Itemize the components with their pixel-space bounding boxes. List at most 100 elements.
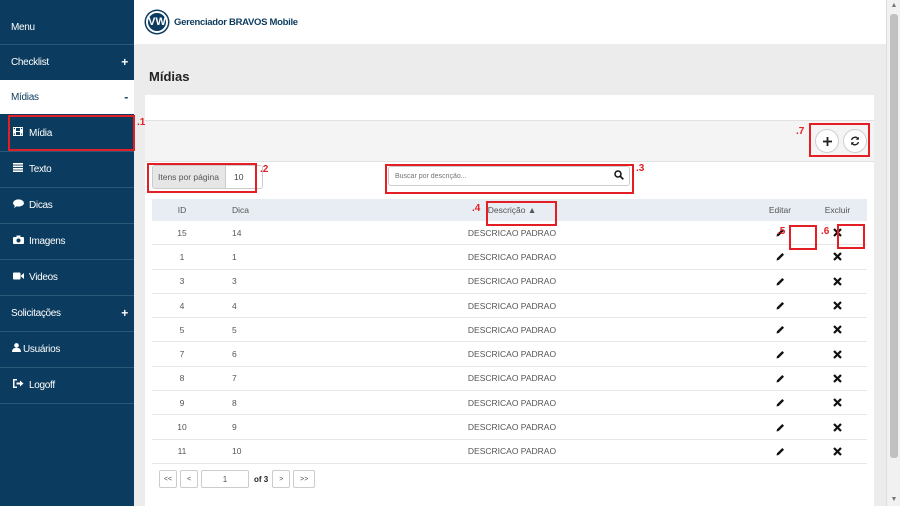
delete-icon[interactable] (830, 419, 846, 435)
items-per-page: Itens por página 10 (152, 165, 263, 189)
film-icon (11, 127, 25, 139)
sidebar-item-midia[interactable]: Mídia (0, 116, 134, 150)
edit-icon[interactable] (772, 249, 788, 265)
cell-id: 15 (177, 227, 187, 238)
sidebar-item-videos[interactable]: Videos (0, 260, 134, 294)
table-row: 11 10 DESCRICAO PADRAO (152, 440, 867, 464)
cell-descricao: DESCRICAO PADRAO (467, 276, 557, 287)
edit-icon[interactable] (772, 322, 788, 338)
edit-icon[interactable] (772, 298, 788, 314)
cell-id: 4 (179, 300, 185, 311)
cell-dica: 10 (232, 446, 242, 457)
scroll-up-icon[interactable]: ▲ (887, 0, 900, 12)
app-window: Menu Checklist + Mídias - Mídia Texto Di… (0, 0, 900, 506)
delete-icon[interactable] (830, 443, 846, 459)
table-row: 7 6 DESCRICAO PADRAO (152, 342, 867, 367)
sidebar-item-label: Mídia (29, 127, 52, 139)
page-title: Mídias (149, 69, 190, 84)
sidebar-item-imagens[interactable]: Imagens (0, 224, 134, 258)
table-row: 4 4 DESCRICAO PADRAO (152, 294, 867, 319)
logout-icon (11, 379, 25, 391)
sidebar-item-label: Dicas (29, 199, 53, 211)
page-scrollbar[interactable]: ▲ ▼ (886, 0, 900, 506)
app-title: Gerenciador BRAVOS Mobile (174, 16, 298, 28)
sidebar-item-label: Mídias (11, 91, 39, 103)
table-row: 10 9 DESCRICAO PADRAO (152, 415, 867, 440)
table-body: 15 14 DESCRICAO PADRAO 1 1 DESCRICAO PADRAO 3 3… (152, 221, 867, 464)
annotation-label-3: .3 (636, 163, 645, 174)
sidebar-item-label: Imagens (29, 235, 66, 247)
cell-id: 5 (179, 324, 185, 335)
cell-id: 9 (179, 397, 185, 408)
edit-icon[interactable] (772, 346, 788, 362)
cell-dica: 4 (232, 300, 237, 311)
add-button[interactable] (815, 129, 839, 153)
delete-icon[interactable] (830, 225, 846, 241)
cell-descricao: DESCRICAO PADRAO (467, 373, 557, 384)
annotation-label-7: .7 (796, 126, 805, 137)
video-icon (11, 272, 25, 283)
column-dica[interactable]: Dica (212, 205, 272, 215)
search-icon[interactable] (614, 170, 624, 182)
cell-descricao: DESCRICAO PADRAO (467, 422, 557, 433)
delete-icon[interactable] (830, 298, 846, 314)
expand-icon: + (121, 55, 128, 69)
pagination: << < 1 of 3 > >> (159, 470, 318, 488)
table-row: 8 7 DESCRICAO PADRAO (152, 367, 867, 392)
cell-id: 8 (179, 373, 185, 384)
refresh-button[interactable] (843, 129, 867, 153)
media-table: ID Dica Descrição ▲ Editar Excluir 15 14 D… (152, 199, 867, 464)
delete-icon[interactable] (830, 395, 846, 411)
next-page-button[interactable]: > (272, 470, 291, 488)
sidebar-item-solicitacoes[interactable]: Solicitações + (0, 296, 134, 330)
annotation-label-1: .1 (137, 117, 146, 128)
delete-icon[interactable] (830, 273, 846, 289)
delete-icon[interactable] (830, 322, 846, 338)
search-input[interactable] (395, 172, 605, 180)
delete-icon[interactable] (830, 370, 846, 386)
sidebar-item-label: Texto (29, 163, 52, 175)
expand-icon: + (121, 306, 128, 320)
edit-icon[interactable] (772, 370, 788, 386)
delete-icon[interactable] (830, 346, 846, 362)
delete-icon[interactable] (830, 249, 846, 265)
items-per-page-input[interactable]: 10 (226, 166, 262, 188)
cell-descricao: DESCRICAO PADRAO (467, 324, 557, 335)
column-editar: Editar (768, 205, 792, 215)
edit-icon[interactable] (772, 395, 788, 411)
annotation-label-2: .2 (260, 164, 269, 175)
column-descricao[interactable]: Descrição ▲ (272, 205, 752, 215)
scroll-down-icon[interactable]: ▼ (887, 494, 900, 506)
sidebar-item-logoff[interactable]: Logoff (0, 368, 134, 402)
table-row: 3 3 DESCRICAO PADRAO (152, 270, 867, 294)
column-excluir: Excluir (824, 205, 851, 215)
cell-dica: 5 (232, 324, 237, 335)
edit-icon[interactable] (772, 273, 788, 289)
annotation-label-6: .6 (821, 226, 830, 237)
scroll-thumb[interactable] (890, 14, 898, 458)
cell-dica: 9 (232, 422, 237, 433)
sidebar-header-menu[interactable]: Menu (0, 10, 134, 44)
edit-icon[interactable] (772, 443, 788, 459)
cell-descricao: DESCRICAO PADRAO (467, 227, 557, 238)
column-id[interactable]: ID (152, 205, 212, 215)
prev-page-button[interactable]: < (180, 470, 198, 488)
sidebar-divider (0, 403, 134, 404)
sidebar-item-midias[interactable]: Mídias - (0, 80, 134, 114)
cell-dica: 6 (232, 349, 237, 360)
list-icon (11, 163, 25, 175)
first-page-button[interactable]: << (159, 470, 177, 488)
sidebar-item-label: Solicitações (11, 307, 61, 319)
camera-icon (11, 235, 25, 247)
sidebar-item-checklist[interactable]: Checklist + (0, 45, 134, 79)
sidebar-item-usuarios[interactable]: Usuários (0, 332, 134, 366)
last-page-button[interactable]: >> (293, 470, 316, 488)
sidebar-item-dicas[interactable]: Dicas (0, 188, 134, 222)
sidebar: Menu Checklist + Mídias - Mídia Texto Di… (0, 0, 134, 506)
page-input[interactable]: 1 (201, 470, 249, 488)
items-per-page-label: Itens por página (153, 166, 226, 188)
cell-descricao: DESCRICAO PADRAO (467, 446, 557, 457)
cell-descricao: DESCRICAO PADRAO (467, 397, 557, 408)
edit-icon[interactable] (772, 419, 788, 435)
sidebar-item-texto[interactable]: Texto (0, 152, 134, 186)
